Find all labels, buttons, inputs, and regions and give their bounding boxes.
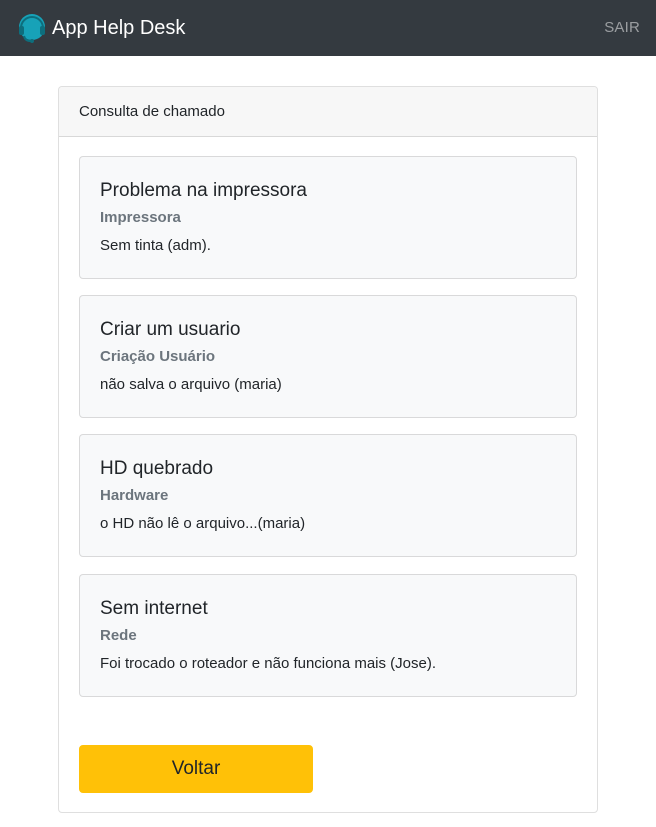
ticket-description: não salva o arquivo (maria) xyxy=(100,376,282,393)
ticket-card: HD quebrado Hardware o HD não lê o arqui… xyxy=(79,434,577,557)
ticket-title: Sem internet xyxy=(100,598,208,619)
panel-header: Consulta de chamado xyxy=(59,87,597,137)
ticket-card: Sem internet Rede Foi trocado o roteador… xyxy=(79,574,577,697)
ticket-category: Hardware xyxy=(100,487,169,504)
ticket-title: HD quebrado xyxy=(100,458,214,479)
ticket-description: Sem tinta (adm). xyxy=(100,237,211,254)
ticket-description: Foi trocado o roteador e não funciona ma… xyxy=(100,655,437,672)
ticket-title: Problema na impressora xyxy=(100,180,307,201)
logout-link[interactable]: SAIR xyxy=(604,19,640,36)
ticket-description: o HD não lê o arquivo...(maria) xyxy=(100,515,306,532)
brand-link[interactable]: App Help Desk xyxy=(17,12,185,44)
ticket-list-panel: Consulta de chamado Problema na impresso… xyxy=(58,86,598,813)
ticket-category: Criação Usuário xyxy=(100,348,216,365)
brand-title: App Help Desk xyxy=(52,17,186,39)
ticket-title: Criar um usuario xyxy=(100,319,241,340)
ticket-category: Impressora xyxy=(100,209,181,226)
back-button[interactable]: Voltar xyxy=(79,745,313,793)
navbar: App Help Desk SAIR xyxy=(0,0,656,56)
ticket-card: Problema na impressora Impressora Sem ti… xyxy=(79,156,577,279)
headset-icon xyxy=(17,12,47,44)
ticket-category: Rede xyxy=(100,627,137,644)
ticket-card: Criar um usuario Criação Usuário não sal… xyxy=(79,295,577,418)
